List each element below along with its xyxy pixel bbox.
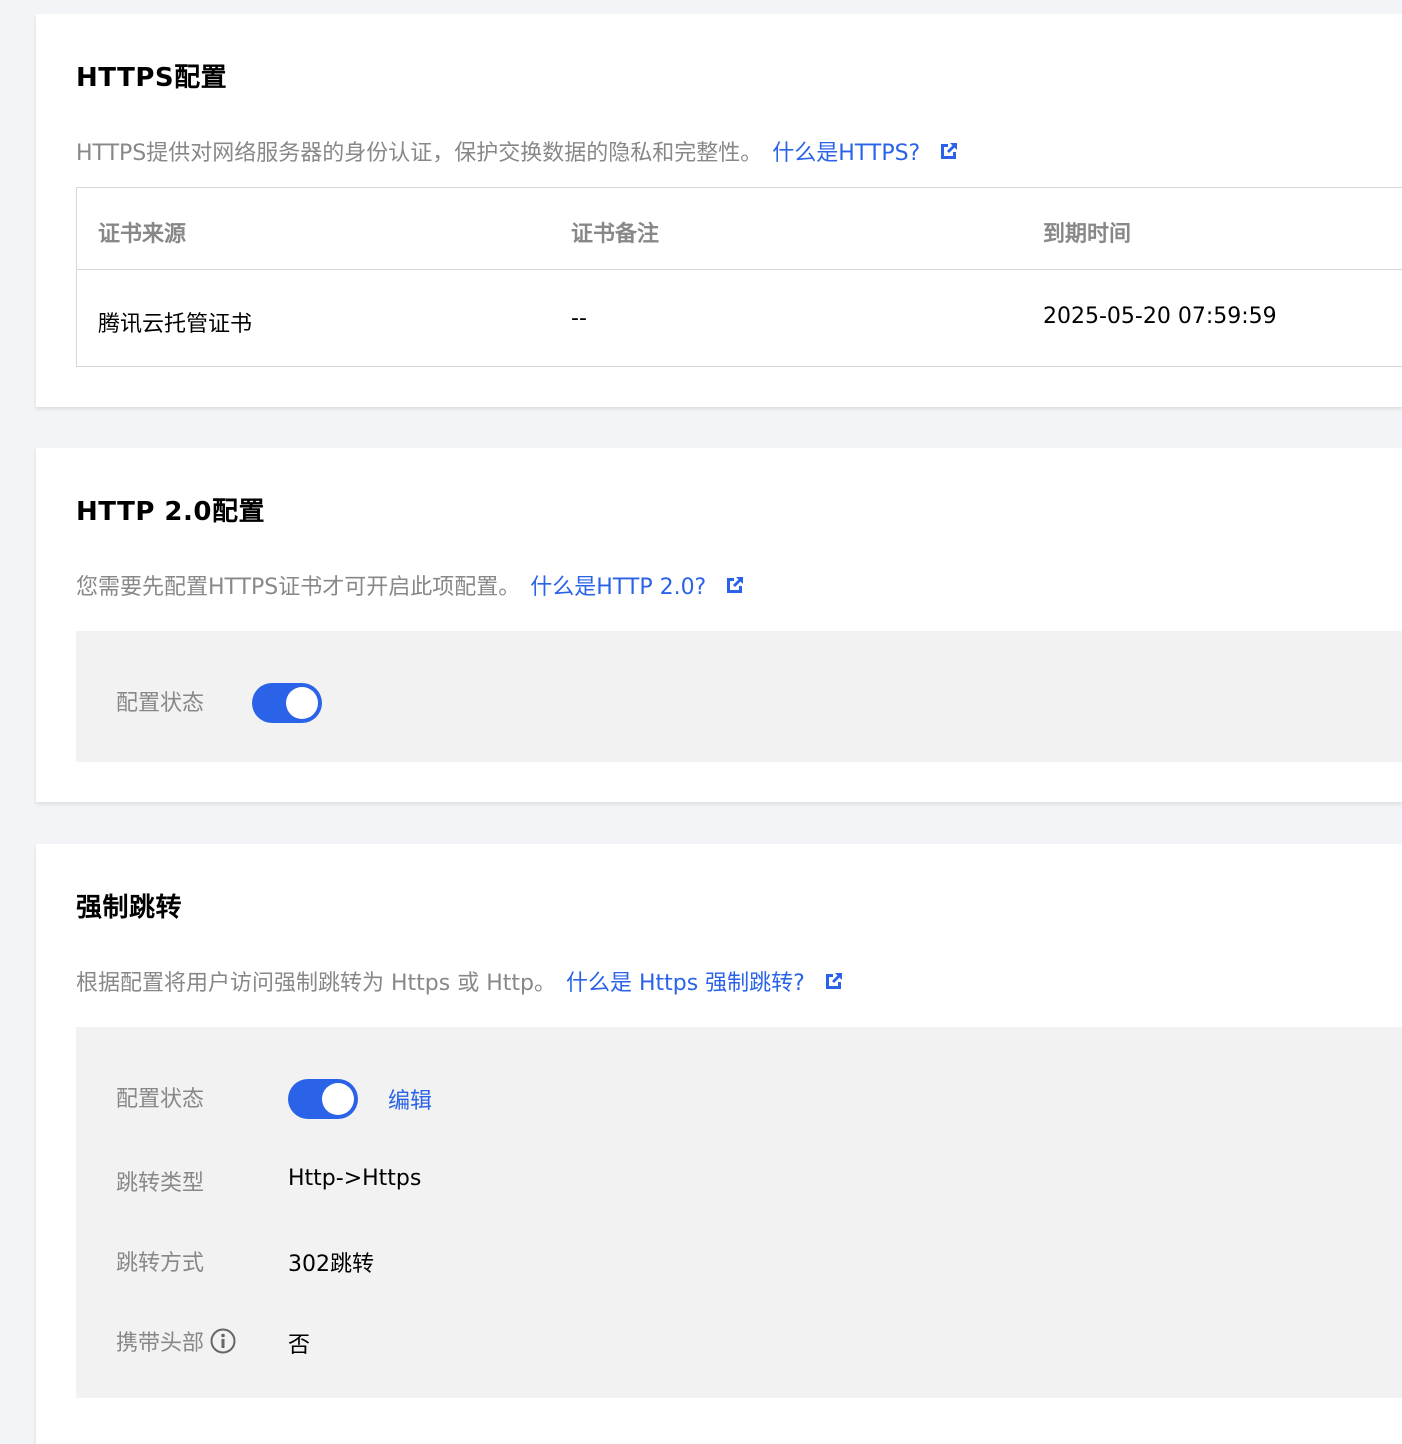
redirect-type-value: Http->Https xyxy=(288,1166,422,1191)
redirect-status-toggle[interactable] xyxy=(288,1079,358,1119)
external-link-icon[interactable] xyxy=(938,140,960,162)
http2-config-card: HTTP 2.0配置 您需要先配置HTTPS证书才可开启此项配置。 什么是HTT… xyxy=(36,448,1402,802)
toggle-knob xyxy=(286,687,318,719)
force-redirect-description: 根据配置将用户访问强制跳转为 Https 或 Http。 什么是 Https 强… xyxy=(76,965,845,997)
certificate-table-header: 证书来源 证书备注 到期时间 xyxy=(77,188,1402,270)
redirect-method-label: 跳转方式 xyxy=(116,1251,205,1276)
cell-cert-note: -- xyxy=(571,306,587,331)
cell-cert-source: 腾讯云托管证书 xyxy=(98,312,253,337)
column-header-expiry: 到期时间 xyxy=(1043,222,1132,247)
http2-description: 您需要先配置HTTPS证书才可开启此项配置。 什么是HTTP 2.0? xyxy=(76,569,746,601)
force-redirect-description-text: 根据配置将用户访问强制跳转为 Https 或 Http。 xyxy=(76,971,556,996)
column-header-cert-source: 证书来源 xyxy=(98,222,187,247)
http2-description-text: 您需要先配置HTTPS证书才可开启此项配置。 xyxy=(76,575,521,600)
what-is-force-redirect-link[interactable]: 什么是 Https 强制跳转? xyxy=(566,965,805,997)
https-config-title: HTTPS配置 xyxy=(76,63,228,93)
carry-header-value: 否 xyxy=(288,1333,311,1358)
column-header-cert-note: 证书备注 xyxy=(571,222,660,247)
carry-header-label: 携带头部 xyxy=(116,1331,205,1356)
redirect-type-label: 跳转类型 xyxy=(116,1171,205,1196)
http2-config-panel: 配置状态 xyxy=(76,631,1402,762)
carry-header-label-row: 携带头部 xyxy=(116,1325,236,1357)
force-redirect-card: 强制跳转 根据配置将用户访问强制跳转为 Https 或 Http。 什么是 Ht… xyxy=(36,844,1402,1444)
redirect-method-value: 302跳转 xyxy=(288,1252,374,1277)
http2-status-toggle[interactable] xyxy=(252,683,322,723)
external-link-icon[interactable] xyxy=(823,970,845,992)
certificate-table: 证书来源 证书备注 到期时间 腾讯云托管证书 -- 2025-05-20 07:… xyxy=(76,187,1402,367)
https-description-text: HTTPS提供对网络服务器的身份认证，保护交换数据的隐私和完整性。 xyxy=(76,141,763,166)
what-is-https-link[interactable]: 什么是HTTPS? xyxy=(772,135,920,167)
external-link-icon[interactable] xyxy=(724,574,746,596)
info-icon[interactable] xyxy=(210,1328,236,1354)
https-description: HTTPS提供对网络服务器的身份认证，保护交换数据的隐私和完整性。 什么是HTT… xyxy=(76,135,960,167)
toggle-knob xyxy=(322,1083,354,1115)
cell-expiry: 2025-05-20 07:59:59 xyxy=(1043,304,1277,329)
force-redirect-config-panel: 配置状态 编辑 跳转类型 Http->Https 跳转方式 302跳转 携带头部… xyxy=(76,1027,1402,1398)
https-config-card: HTTPS配置 HTTPS提供对网络服务器的身份认证，保护交换数据的隐私和完整性… xyxy=(36,14,1402,407)
http2-status-label: 配置状态 xyxy=(116,691,205,716)
what-is-http2-link[interactable]: 什么是HTTP 2.0? xyxy=(530,569,706,601)
edit-redirect-link[interactable]: 编辑 xyxy=(388,1083,432,1115)
force-redirect-title: 强制跳转 xyxy=(76,893,183,923)
redirect-status-label: 配置状态 xyxy=(116,1087,205,1112)
http2-config-title: HTTP 2.0配置 xyxy=(76,497,265,527)
